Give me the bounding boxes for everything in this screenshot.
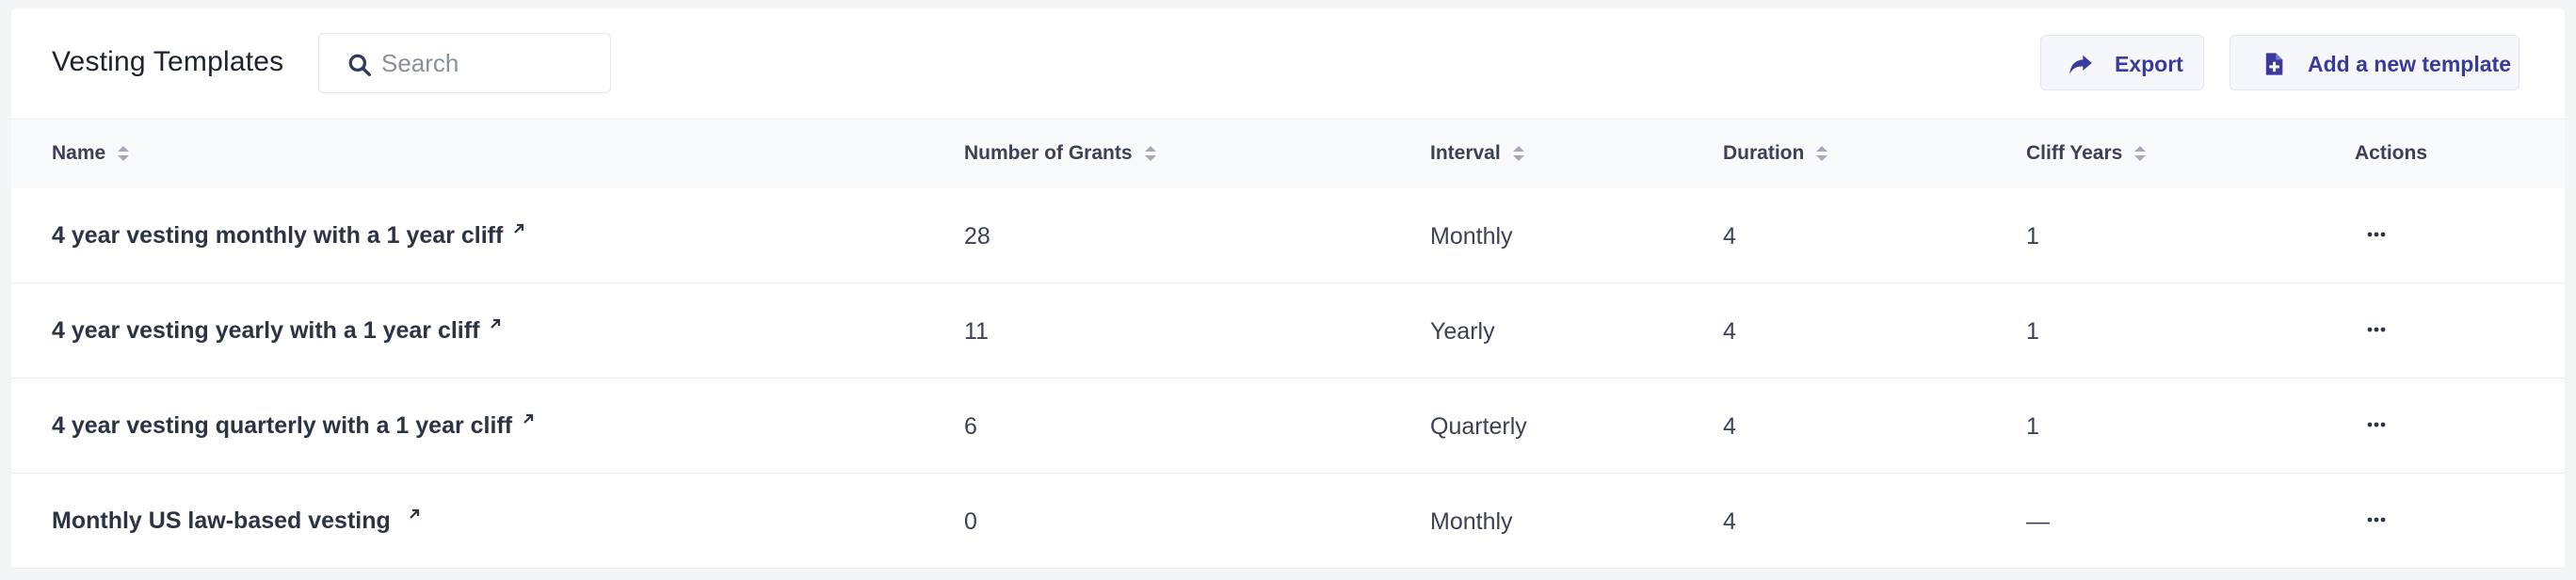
column-header-interval[interactable]: Interval bbox=[1430, 142, 1525, 165]
interval-value: Yearly bbox=[1430, 318, 1495, 345]
table-row: Monthly US law-based vesting 0 Monthly 4… bbox=[11, 474, 2565, 569]
search-box[interactable] bbox=[318, 33, 611, 93]
template-name-link[interactable]: 4 year vesting yearly with a 1 year clif… bbox=[52, 317, 502, 345]
cliff-years-value: 1 bbox=[2026, 318, 2039, 345]
page-title: Vesting Templates bbox=[52, 46, 284, 77]
column-header-label: Actions bbox=[2355, 142, 2428, 164]
sort-icon[interactable] bbox=[1144, 145, 1157, 162]
template-name: 4 year vesting quarterly with a 1 year c… bbox=[52, 412, 513, 439]
template-name-link[interactable]: 4 year vesting monthly with a 1 year cli… bbox=[52, 222, 525, 250]
interval-value: Quarterly bbox=[1430, 413, 1527, 440]
grants-count: 6 bbox=[964, 413, 977, 440]
external-link-icon bbox=[514, 223, 524, 234]
template-name: Monthly US law-based vesting bbox=[52, 508, 391, 534]
duration-value: 4 bbox=[1723, 223, 1736, 250]
sort-icon[interactable] bbox=[2133, 145, 2147, 162]
template-name-link[interactable]: Monthly US law-based vesting bbox=[52, 508, 421, 535]
cliff-years-value: 1 bbox=[2026, 223, 2039, 250]
column-header-label: Name bbox=[52, 142, 106, 164]
grants-count: 28 bbox=[964, 223, 990, 250]
column-header-cliff[interactable]: Cliff Years bbox=[2026, 142, 2147, 165]
external-link-icon bbox=[523, 413, 534, 424]
duration-value: 4 bbox=[1723, 318, 1736, 345]
cliff-years-value: — bbox=[2026, 508, 2050, 535]
duration-value: 4 bbox=[1723, 413, 1736, 440]
table-row: 4 year vesting quarterly with a 1 year c… bbox=[11, 379, 2565, 474]
interval-value: Monthly bbox=[1430, 508, 1513, 535]
export-label: Export bbox=[2115, 52, 2183, 76]
more-horizontal-icon[interactable] bbox=[2362, 411, 2391, 439]
column-header-name[interactable]: Name bbox=[52, 142, 130, 165]
external-link-icon bbox=[491, 318, 501, 329]
export-button[interactable]: Export bbox=[2040, 35, 2204, 90]
column-header-grants[interactable]: Number of Grants bbox=[964, 142, 1157, 165]
toolbar: Vesting Templates Export Add a new templ… bbox=[11, 8, 2565, 119]
column-header-label: Duration bbox=[1723, 142, 1805, 164]
table-row: 4 year vesting monthly with a 1 year cli… bbox=[11, 188, 2565, 283]
sort-icon[interactable] bbox=[1512, 145, 1525, 162]
sort-icon[interactable] bbox=[117, 145, 130, 162]
table-header: Name Number of Grants Interval Duration … bbox=[11, 119, 2565, 188]
external-link-icon bbox=[410, 508, 419, 519]
column-header-label: Cliff Years bbox=[2026, 142, 2123, 164]
column-header-label: Interval bbox=[1430, 142, 1501, 164]
add-template-label: Add a new template bbox=[2308, 52, 2511, 76]
more-horizontal-icon[interactable] bbox=[2362, 220, 2391, 249]
search-input[interactable] bbox=[381, 45, 598, 81]
search-icon bbox=[348, 54, 371, 76]
cliff-years-value: 1 bbox=[2026, 413, 2039, 440]
column-header-label: Number of Grants bbox=[964, 142, 1133, 164]
more-horizontal-icon[interactable] bbox=[2362, 315, 2391, 344]
sort-icon[interactable] bbox=[1815, 145, 1828, 162]
template-name: 4 year vesting yearly with a 1 year clif… bbox=[52, 317, 480, 344]
template-name: 4 year vesting monthly with a 1 year cli… bbox=[52, 222, 504, 249]
grants-count: 0 bbox=[964, 508, 977, 535]
table-row: 4 year vesting yearly with a 1 year clif… bbox=[11, 283, 2565, 379]
grants-count: 11 bbox=[964, 318, 989, 345]
vesting-templates-card: Vesting Templates Export Add a new templ… bbox=[11, 8, 2565, 570]
add-template-button[interactable]: Add a new template bbox=[2230, 35, 2520, 90]
column-header-duration[interactable]: Duration bbox=[1723, 142, 1828, 165]
more-horizontal-icon[interactable] bbox=[2362, 506, 2391, 534]
column-header-actions: Actions bbox=[2355, 142, 2427, 165]
share-arrow-icon bbox=[2069, 55, 2092, 74]
interval-value: Monthly bbox=[1430, 223, 1513, 250]
duration-value: 4 bbox=[1723, 508, 1736, 535]
add-document-icon bbox=[2265, 53, 2283, 75]
template-name-link[interactable]: 4 year vesting quarterly with a 1 year c… bbox=[52, 412, 535, 440]
